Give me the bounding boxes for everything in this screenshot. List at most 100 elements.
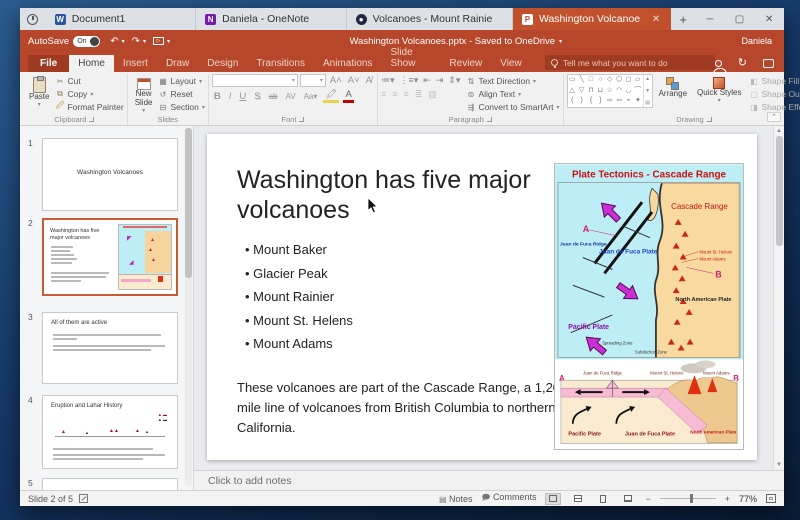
thumbnail-scrollbar-thumb[interactable] bbox=[185, 128, 192, 278]
bullet-item[interactable]: Mount Rainier bbox=[245, 289, 353, 304]
layout-button[interactable]: ▦ Layout ▾ bbox=[158, 75, 204, 87]
tell-me-search[interactable]: Tell me what you want to do bbox=[544, 55, 715, 70]
highlight-color-button[interactable]: 🖍 bbox=[323, 89, 340, 103]
bullet-item[interactable]: Mount Adams bbox=[245, 336, 353, 351]
ribbon-tab-file[interactable]: File bbox=[28, 55, 70, 72]
slide-canvas[interactable]: Washington has five major volcanoes Moun… bbox=[207, 134, 757, 460]
slide-bullet-list[interactable]: Mount Baker Glacier Peak Mount Rainier M… bbox=[245, 242, 353, 360]
columns-button[interactable]: ▥ bbox=[428, 89, 437, 100]
character-spacing-button[interactable]: AV bbox=[283, 92, 297, 101]
sets-tab-onenote[interactable]: N Daniela - OneNote bbox=[196, 8, 347, 30]
shape-outline-button[interactable]: ▢Shape Outline▾ bbox=[750, 88, 800, 100]
copy-button[interactable]: ⧉ Copy ▾ bbox=[55, 88, 123, 100]
close-button[interactable]: ✕ bbox=[754, 8, 784, 30]
justify-button[interactable]: ≣ bbox=[415, 89, 423, 100]
drawing-dialog-launcher-icon[interactable] bbox=[706, 117, 712, 122]
zoom-level[interactable]: 77% bbox=[739, 494, 757, 504]
ribbon-tab-design[interactable]: Design bbox=[198, 55, 247, 72]
cut-button[interactable]: ✂ Cut bbox=[55, 75, 123, 87]
section-button[interactable]: ⊟ Section ▾ bbox=[158, 101, 205, 113]
decrease-indent-button[interactable]: ⇤ bbox=[423, 75, 431, 86]
title-dropdown-icon[interactable]: ▾ bbox=[559, 38, 562, 45]
increase-font-button[interactable]: A˄ bbox=[328, 75, 344, 86]
shape-gallery-cells[interactable]: ▭ ╲ □ ○ ◇ ⬠ ◻ ▱ △ ▽ ⊓ ⊔ ☆ ◠ ◡ ⌒ (){} ⇨ ⇦ ⌁ ✦ bbox=[568, 75, 643, 107]
font-size-combobox[interactable]: ▾ bbox=[299, 74, 326, 87]
align-right-button[interactable]: ≡ bbox=[404, 89, 409, 100]
arrange-button[interactable]: Arrange bbox=[655, 74, 691, 100]
start-presentation-button[interactable]: ▷ bbox=[153, 37, 165, 45]
comments-toggle-button[interactable]: 🗩 Comments bbox=[482, 492, 537, 506]
paragraph-dialog-launcher-icon[interactable] bbox=[486, 117, 492, 122]
quick-styles-dropdown-icon[interactable]: ▾ bbox=[718, 98, 721, 105]
align-center-button[interactable]: ≡ bbox=[392, 89, 397, 100]
increase-indent-button[interactable]: ⇥ bbox=[436, 75, 444, 86]
ribbon-tab-insert[interactable]: Insert bbox=[114, 55, 157, 72]
reset-button[interactable]: ↺ Reset bbox=[158, 88, 204, 100]
font-color-button[interactable]: A bbox=[343, 89, 354, 103]
ribbon-tab-review[interactable]: Review bbox=[440, 55, 491, 72]
account-user-name[interactable]: Daniela bbox=[741, 36, 772, 46]
sets-tab-word[interactable]: W Document1 bbox=[46, 8, 197, 30]
tab-close-icon[interactable]: ✕ bbox=[650, 14, 662, 25]
convert-smartart-button[interactable]: ⇶ Convert to SmartArt ▾ bbox=[466, 101, 560, 113]
section-dropdown-icon[interactable]: ▾ bbox=[202, 104, 205, 111]
editor-scrollbar[interactable]: ▲ ▼ bbox=[773, 126, 784, 470]
bullet-item[interactable]: Mount Baker bbox=[245, 242, 353, 257]
bold-button[interactable]: B bbox=[212, 91, 223, 102]
history-icon[interactable]: ↻ bbox=[738, 58, 747, 69]
text-shadow-button[interactable]: S bbox=[252, 91, 262, 102]
notes-toggle-button[interactable]: ▤ Notes bbox=[439, 494, 473, 504]
timeline-button[interactable] bbox=[20, 8, 46, 30]
bullet-item[interactable]: Mount St. Helens bbox=[245, 313, 353, 328]
comments-icon[interactable] bbox=[763, 59, 774, 68]
font-dialog-launcher-icon[interactable] bbox=[299, 117, 305, 122]
smartart-dropdown-icon[interactable]: ▾ bbox=[557, 104, 560, 111]
clear-formatting-button[interactable]: A̸ bbox=[364, 75, 374, 86]
align-text-dropdown-icon[interactable]: ▾ bbox=[518, 91, 521, 98]
font-name-combobox[interactable]: ▾ bbox=[211, 74, 298, 87]
ribbon-tab-draw[interactable]: Draw bbox=[157, 55, 198, 72]
share-person-icon[interactable] bbox=[712, 60, 727, 74]
undo-button[interactable]: ↶ bbox=[110, 36, 118, 47]
fit-slide-to-window-button[interactable] bbox=[766, 494, 776, 503]
ribbon-tab-home[interactable]: Home bbox=[69, 55, 114, 72]
zoom-slider-thumb[interactable] bbox=[689, 494, 693, 504]
reading-view-button[interactable] bbox=[595, 493, 611, 505]
shape-gallery[interactable]: ▭ ╲ □ ○ ◇ ⬠ ◻ ▱ △ ▽ ⊓ ⊔ ☆ ◠ ◡ ⌒ (){} ⇨ ⇦ ⌁ ✦ ▲ ▼ ▤ bbox=[566, 74, 653, 108]
italic-button[interactable]: I bbox=[227, 91, 234, 102]
minimize-button[interactable]: ─ bbox=[695, 8, 725, 30]
slide-thumbnail-2-selected[interactable]: Washington has five major volcanoes ▲ ▲ bbox=[42, 218, 178, 296]
slide-thumbnail-1[interactable]: Washington Volcanoes bbox=[42, 138, 178, 211]
paste-dropdown-icon[interactable]: ▾ bbox=[38, 102, 41, 109]
ribbon-tab-slideshow[interactable]: Slide Show bbox=[381, 44, 440, 72]
autosave-toggle[interactable]: AutoSave On bbox=[28, 35, 101, 47]
new-slide-dropdown-icon[interactable]: ▾ bbox=[142, 108, 145, 115]
plate-tectonics-image[interactable]: Plate Tectonics - Cascade Range Cascade … bbox=[554, 163, 744, 450]
change-case-button[interactable]: Aa▾ bbox=[302, 92, 320, 101]
shape-gallery-scrollbar[interactable]: ▲ ▼ ▤ bbox=[642, 75, 652, 107]
slide-thumbnail-3[interactable]: All of them are active bbox=[42, 312, 178, 384]
zoom-in-button[interactable]: + bbox=[725, 494, 730, 504]
ribbon-tab-view[interactable]: View bbox=[491, 55, 531, 72]
strikethrough-button[interactable]: ab bbox=[267, 92, 280, 101]
ribbon-tab-animations[interactable]: Animations bbox=[314, 55, 381, 72]
decrease-font-button[interactable]: A˅ bbox=[346, 75, 362, 86]
slide-thumbnail-4[interactable]: Eruption and Lahar History ▲ ▬ ▲ ▬ ▲ ▲ ▲… bbox=[42, 395, 178, 469]
layout-dropdown-icon[interactable]: ▾ bbox=[199, 78, 202, 85]
format-painter-button[interactable]: 🖉 Format Painter bbox=[55, 101, 124, 113]
copy-dropdown-icon[interactable]: ▾ bbox=[90, 91, 93, 98]
notes-placeholder[interactable]: Click to add notes bbox=[208, 475, 291, 487]
undo-dropdown-icon[interactable]: ▾ bbox=[122, 38, 125, 45]
slide-title[interactable]: Washington has five major volcanoes bbox=[237, 166, 567, 225]
notes-pane[interactable]: Click to add notes bbox=[194, 470, 784, 490]
text-direction-dropdown-icon[interactable]: ▾ bbox=[533, 78, 536, 85]
line-spacing-button[interactable]: ⇕▾ bbox=[448, 75, 460, 86]
collapse-ribbon-button[interactable]: ⌃ bbox=[767, 112, 781, 122]
underline-button[interactable]: U bbox=[237, 91, 248, 102]
scroll-up-icon[interactable]: ▲ bbox=[776, 128, 782, 134]
clipboard-dialog-launcher-icon[interactable] bbox=[89, 117, 95, 122]
ribbon-tab-transitions[interactable]: Transitions bbox=[247, 55, 314, 72]
text-direction-button[interactable]: ⇅ Text Direction ▾ bbox=[466, 75, 559, 87]
align-left-button[interactable]: ≡ bbox=[381, 89, 386, 100]
sets-tab-edge[interactable]: ● Volcanoes - Mount Rainie bbox=[347, 8, 513, 30]
